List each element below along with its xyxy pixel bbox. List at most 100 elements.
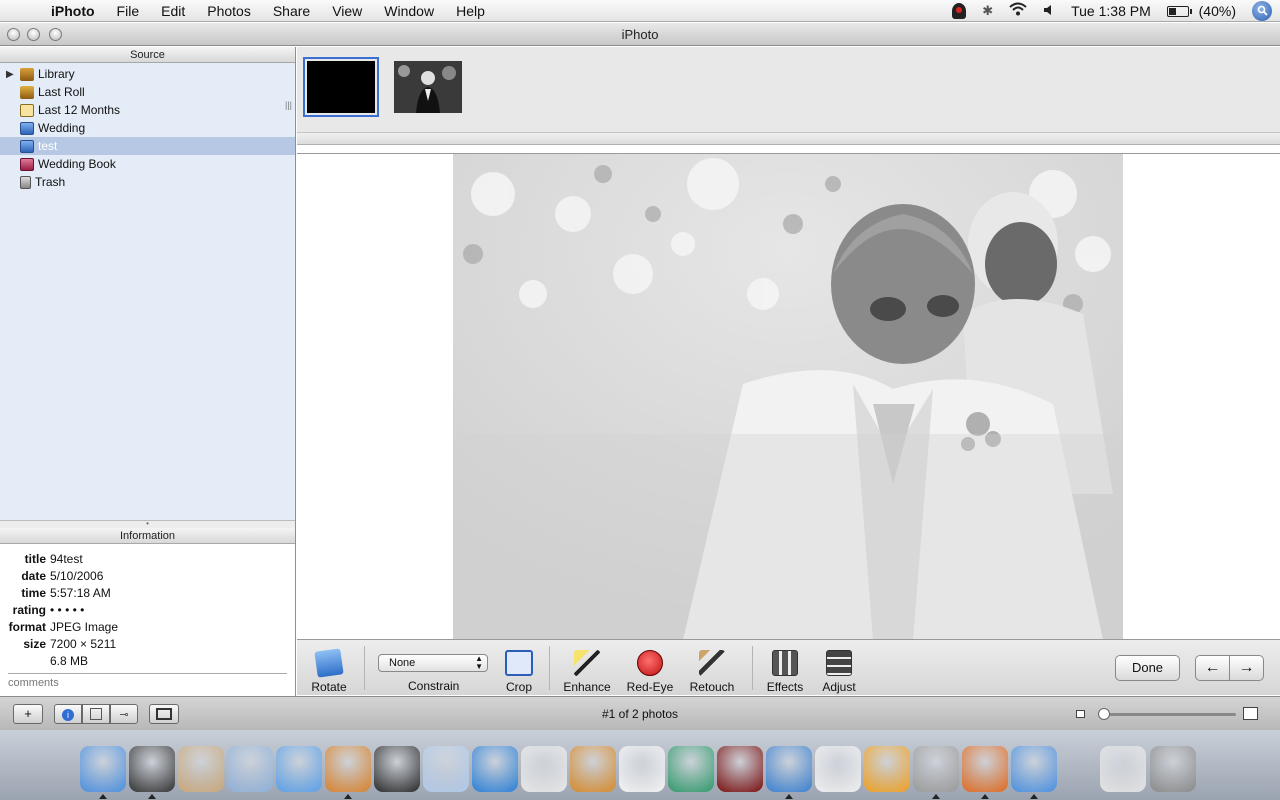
source-item-last-roll[interactable]: Last Roll <box>0 83 295 101</box>
menu-extra-robot-icon[interactable] <box>952 2 967 19</box>
window-titlebar[interactable]: iPhoto <box>0 23 1280 46</box>
zoom-button[interactable] <box>49 28 62 41</box>
safari-icon[interactable] <box>766 746 812 792</box>
effects-button[interactable]: Effects <box>763 650 807 694</box>
red-eye-button[interactable]: Red-Eye <box>625 650 675 694</box>
ichat-icon[interactable] <box>668 746 714 792</box>
rating-dots[interactable]: • • • • • <box>50 603 84 617</box>
magic-wand-icon <box>574 650 600 676</box>
menu-edit[interactable]: Edit <box>150 0 196 22</box>
photo-thumbnail[interactable] <box>394 61 462 113</box>
wifi-icon[interactable] <box>1009 2 1027 19</box>
menubar: iPhoto File Edit Photos Share View Windo… <box>0 0 1280 22</box>
enhance-label: Enhance <box>563 680 611 694</box>
info-value-format: JPEG Image <box>50 619 119 634</box>
retouch-button[interactable]: Retouch <box>687 650 737 694</box>
trash-icon[interactable] <box>1150 746 1196 792</box>
source-item-wedding[interactable]: Wedding <box>0 119 295 137</box>
source-item-label: Last Roll <box>38 85 85 99</box>
edit-toolbar: Rotate None ▲ ▼ Constrain Crop Enhance Re… <box>297 639 1280 695</box>
battery-status[interactable]: (40%) <box>1166 3 1236 19</box>
pane-splitter[interactable]: • <box>0 520 295 528</box>
disclosure-triangle-icon[interactable]: ▶ <box>6 69 14 80</box>
sync-icon[interactable] <box>1011 746 1057 792</box>
info-row-rating: rating • • • • • <box>0 601 295 618</box>
info-key: time <box>21 585 46 600</box>
source-item-wedding-book[interactable]: Wedding Book <box>0 155 295 173</box>
close-button[interactable] <box>7 28 20 41</box>
crop-button[interactable]: Crop <box>502 650 536 694</box>
constrain-select[interactable]: None ▲ ▼ <box>378 654 488 672</box>
effects-label: Effects <box>766 680 804 694</box>
zoom-slider[interactable] <box>1098 708 1236 720</box>
window-title: iPhoto <box>621 27 659 42</box>
imovie-icon[interactable] <box>374 746 420 792</box>
info-value-title[interactable]: 94test <box>50 552 83 566</box>
info-key: format <box>8 619 46 634</box>
preview-icon[interactable] <box>423 746 469 792</box>
menu-help[interactable]: Help <box>445 0 496 22</box>
trash-icon <box>20 175 31 189</box>
source-item-test[interactable]: test <box>0 137 295 155</box>
finder-icon[interactable] <box>80 746 126 792</box>
source-item-label: Library <box>38 67 75 81</box>
info-value-date[interactable]: 5/10/2006 <box>50 569 103 583</box>
minimize-button[interactable] <box>27 28 40 41</box>
ical-icon[interactable] <box>619 746 665 792</box>
rotate-button[interactable]: Rotate <box>309 648 349 694</box>
red-eye-label: Red-Eye <box>626 680 674 694</box>
adjust-button[interactable]: Adjust <box>817 650 861 694</box>
clock[interactable]: Tue 1:38 PM <box>1071 3 1151 19</box>
source-item-library[interactable]: ▶ Library <box>0 65 295 83</box>
filmstrip-splitter[interactable] <box>297 132 1280 144</box>
mail-icon[interactable] <box>227 746 273 792</box>
document-icon[interactable] <box>1100 746 1146 792</box>
textedit-icon[interactable] <box>815 746 861 792</box>
constrain-label: Constrain <box>408 679 460 693</box>
running-indicator <box>981 794 989 799</box>
address-book-icon[interactable] <box>178 746 224 792</box>
bottom-bar: + i ⊸ #1 of 2 photos <box>0 696 1280 730</box>
source-item-last-12-months[interactable]: Last 12 Months <box>0 101 295 119</box>
spotlight-icon[interactable] <box>1252 0 1272 21</box>
front-row-icon[interactable] <box>717 746 763 792</box>
iweb-icon[interactable] <box>521 746 567 792</box>
volume-icon[interactable] <box>1043 3 1055 19</box>
menu-file[interactable]: File <box>106 0 151 22</box>
photo-thumbnail-selected[interactable] <box>303 57 379 117</box>
garageband-icon[interactable] <box>570 746 616 792</box>
zoom-slider-knob[interactable] <box>1098 708 1110 720</box>
menu-window[interactable]: Window <box>373 0 445 22</box>
menu-share[interactable]: Share <box>262 0 321 22</box>
photo-viewer <box>297 153 1280 640</box>
dvd-player-icon[interactable] <box>472 746 518 792</box>
source-list: ▶ Library Last Roll Last 12 Months Weddi… <box>0 63 295 520</box>
info-row-time: time 5:57:18 AM <box>0 584 295 601</box>
iphoto-icon[interactable] <box>325 746 371 792</box>
information-header[interactable]: Information <box>0 528 295 544</box>
firefox-icon[interactable] <box>962 746 1008 792</box>
info-row-date: date 5/10/2006 <box>0 567 295 584</box>
adjust-icon <box>826 650 852 676</box>
next-photo-button[interactable]: → <box>1229 655 1264 681</box>
dock <box>0 730 1280 800</box>
running-indicator <box>148 794 156 799</box>
enhance-button[interactable]: Enhance <box>562 650 612 694</box>
done-button[interactable]: Done <box>1115 655 1180 681</box>
menu-view[interactable]: View <box>321 0 373 22</box>
calculator-icon[interactable] <box>913 746 959 792</box>
select-arrows-icon: ▲ ▼ <box>475 654 483 671</box>
itunes-icon[interactable] <box>276 746 322 792</box>
menu-iphoto[interactable]: iPhoto <box>40 0 106 22</box>
bluetooth-icon[interactable]: ✱ <box>982 3 993 19</box>
previous-photo-button[interactable]: ← <box>1195 655 1230 681</box>
toolbar-divider <box>752 646 753 690</box>
source-item-trash[interactable]: Trash <box>0 173 295 191</box>
edited-photo[interactable] <box>453 154 1123 640</box>
dashboard-icon[interactable] <box>129 746 175 792</box>
menu-photos[interactable]: Photos <box>196 0 262 22</box>
info-value-time[interactable]: 5:57:18 AM <box>50 586 111 600</box>
money-icon[interactable] <box>864 746 910 792</box>
left-pane: Source ||| ▶ Library Last Roll Last 12 M… <box>0 47 296 712</box>
comments-field[interactable]: comments <box>8 673 287 689</box>
